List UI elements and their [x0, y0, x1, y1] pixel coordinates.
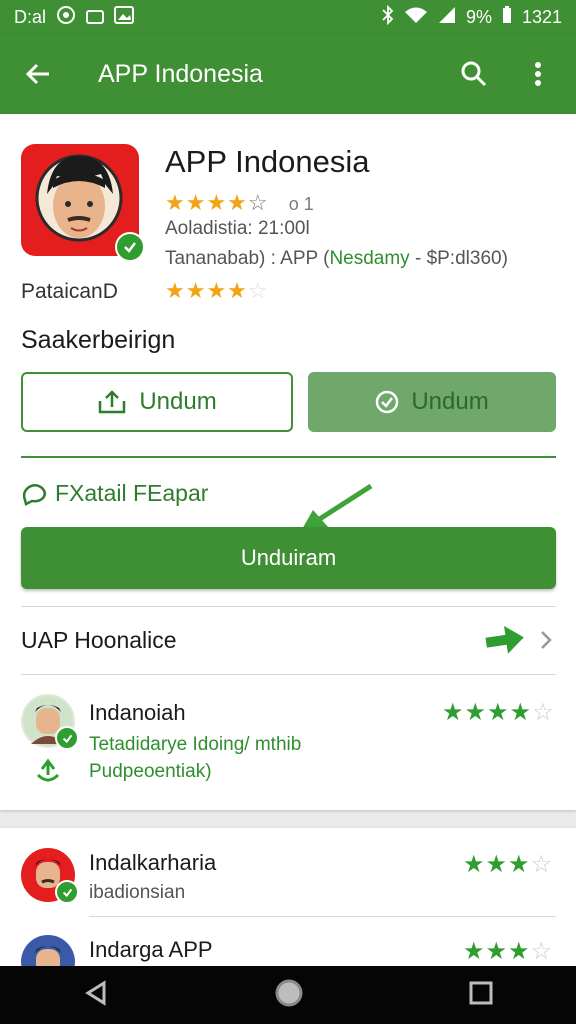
app-title: APP Indonesia: [165, 144, 370, 179]
status-bar: D:al 9% 1321: [0, 0, 576, 34]
suggestion-name: Indalkarharia: [89, 850, 217, 875]
avatar: [21, 694, 79, 750]
rating-row: ★★★★☆ o 1: [165, 190, 314, 215]
primary-download-label: Unduiram: [240, 545, 337, 570]
app-detail-card: APP Indonesia ★★★★☆ o 1 Aoladistia: 21:0…: [0, 114, 576, 810]
upload-icon: [99, 390, 126, 414]
notification-icon: [56, 5, 76, 30]
home-circle-icon: [275, 979, 303, 1006]
verified-badge-icon: [115, 232, 145, 262]
verified-badge-icon: [55, 880, 79, 904]
avatar: [21, 848, 79, 904]
overflow-menu-button[interactable]: [518, 54, 558, 94]
system-nav-bar: [0, 966, 576, 1024]
download-outline-label: Undum: [139, 388, 217, 415]
divider: [21, 674, 556, 675]
message-icon: [86, 10, 105, 24]
list-item[interactable]: Indarga APP ★★★☆: [0, 917, 576, 968]
thumb-icon: [36, 758, 60, 782]
back-button[interactable]: [18, 54, 58, 94]
divider: [21, 606, 556, 607]
green-arrow-icon: [485, 625, 524, 654]
arrow-back-icon: [25, 63, 49, 85]
verified-badge-icon: [55, 726, 79, 750]
review-text-line2: Pudpeoentiak): [89, 761, 212, 782]
publisher-suffix: - $P:dl360): [409, 248, 508, 269]
nav-back-button[interactable]: [82, 979, 110, 1012]
rating-text: o 1: [288, 194, 314, 214]
downloads-text: Aoladistia: 21:00l: [165, 218, 310, 239]
suggestion-stars-icon: ★★★☆: [463, 938, 553, 965]
section-title: Saakerbeirign: [21, 326, 176, 354]
list-item[interactable]: Indalkarharia ibadionsian ★★★☆: [0, 828, 576, 916]
app-bar-title: APP Indonesia: [98, 59, 263, 88]
rating-stars-icon: ★★★★: [165, 190, 248, 215]
download-outline-button[interactable]: Undum: [21, 372, 293, 432]
publisher-line: Tananabab) : APP (Nesdamy - $P:dl360): [165, 248, 508, 270]
nav-home-button[interactable]: [274, 978, 304, 1013]
battery-icon: [502, 5, 512, 29]
check-circle-icon: [376, 390, 399, 414]
section-divider: [21, 456, 556, 458]
download-filled-label: Undum: [411, 388, 489, 415]
search-icon: [461, 61, 487, 87]
feature-link[interactable]: FXatail FEapar: [21, 480, 208, 507]
app-bar: APP Indonesia: [0, 34, 576, 114]
review-text-line1: Tetadidarye Idoing/ mthib: [89, 734, 302, 755]
app-icon[interactable]: [21, 144, 145, 262]
developer-name[interactable]: PataicanD: [21, 280, 118, 304]
review-stars-icon: ★★★★☆: [442, 699, 554, 726]
publisher-prefix: Tananabab) : APP (: [165, 248, 330, 269]
primary-download-button[interactable]: Unduiram: [21, 527, 556, 589]
bluetooth-icon: [382, 4, 394, 30]
signal-icon: [438, 6, 456, 29]
suggestions-card: Indalkarharia ibadionsian ★★★☆ Indarga A…: [0, 828, 576, 968]
suggestion-sub: ibadionsian: [89, 882, 186, 903]
status-text: D:al: [14, 6, 47, 27]
list-row-label: UAP Hoonalice: [21, 626, 177, 653]
nav-recents-button[interactable]: [468, 980, 494, 1011]
more-vert-icon: [535, 62, 541, 86]
download-filled-button[interactable]: Undum: [308, 372, 556, 432]
avatar: [21, 935, 75, 968]
suggestion-name: Indarga APP: [89, 937, 213, 962]
clock: 1321: [521, 6, 562, 27]
chevron-right-icon: [541, 631, 552, 649]
suggestion-stars-icon: ★★★☆: [463, 851, 553, 878]
list-row[interactable]: UAP Hoonalice: [21, 614, 556, 666]
status-right: 9% 1321: [382, 4, 562, 30]
battery-text: 9%: [465, 6, 492, 27]
review-author: Indanoiah: [89, 700, 186, 725]
publisher-highlight[interactable]: Nesdamy: [329, 248, 409, 269]
feature-link-label: FXatail FEapar: [55, 480, 209, 506]
wifi-icon: [404, 6, 428, 29]
triangle-back-icon: [85, 979, 106, 1006]
image-icon: [114, 5, 135, 29]
status-left: D:al: [14, 5, 135, 30]
search-button[interactable]: [454, 54, 494, 94]
square-recents-icon: [469, 981, 493, 1004]
developer-rating-stars-icon: ★★★★☆: [165, 278, 268, 303]
chat-icon: [22, 483, 46, 506]
